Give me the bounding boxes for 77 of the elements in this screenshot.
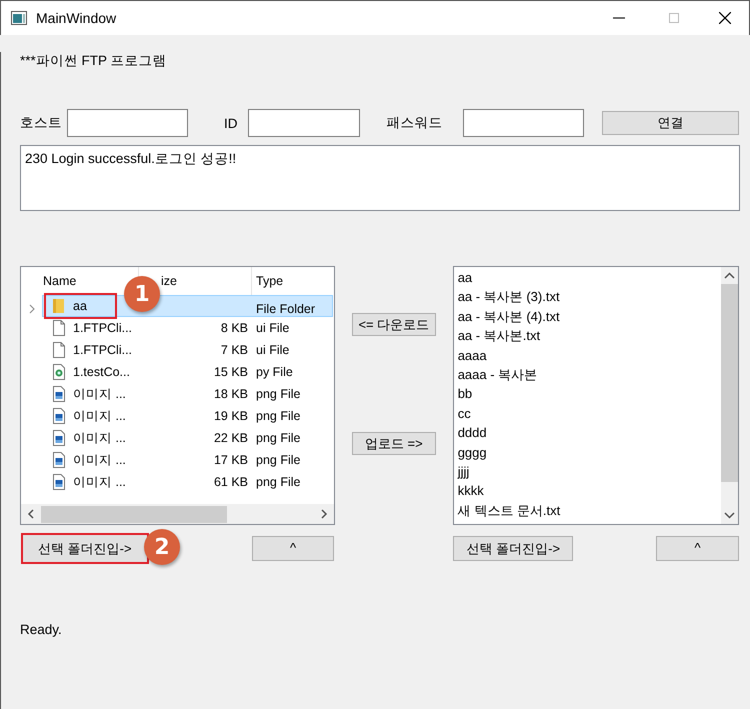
image-file-icon (52, 474, 66, 490)
file-type: png File (255, 431, 302, 445)
up-button[interactable]: ^ (252, 536, 334, 561)
up-button[interactable]: ^ (656, 536, 739, 561)
image-file-icon (52, 452, 66, 468)
horizontal-scrollbar[interactable] (21, 504, 334, 524)
scrollbar-thumb[interactable] (721, 284, 738, 482)
field-label: ID (224, 116, 238, 130)
file-size: 18 KB (212, 387, 249, 401)
column-header[interactable]: Name (43, 274, 76, 288)
file-type: png File (255, 387, 302, 401)
enter-folder-button[interactable]: 선택 폴더진입-> (21, 533, 149, 564)
remote-file-item[interactable]: dddd (458, 423, 721, 443)
file-size: 8 KB (220, 321, 249, 335)
remote-file-item[interactable]: aaaa (458, 346, 721, 365)
folder-icon (52, 298, 66, 314)
file-name[interactable]: 이미지 ... (73, 386, 126, 402)
file-name[interactable]: 이미지 ... (73, 474, 126, 490)
remote-file-item[interactable]: cc (458, 404, 721, 424)
remote-file-item[interactable]: aa - 복사본 (4).txt (458, 306, 721, 326)
file-type: File Folder (255, 302, 316, 316)
file-type: ui File (255, 343, 290, 357)
python-file-icon (52, 364, 66, 380)
remote-file-item[interactable]: aa - 복사본.txt (458, 326, 721, 346)
file-name[interactable]: 1.FTPCli... (73, 343, 132, 357)
log-output: 230 Login successful.로그인 성공!! (20, 145, 740, 211)
text-input[interactable] (462, 109, 584, 137)
file-size: 19 KB (212, 409, 249, 423)
remote-file-item[interactable]: aa - 복사본 (3).txt (458, 287, 721, 307)
file-type: png File (255, 475, 302, 489)
text-input[interactable] (248, 109, 360, 137)
step-badge: 1 (124, 276, 160, 312)
document-icon (52, 320, 66, 336)
file-size: 7 KB (220, 343, 249, 357)
remote-file-item[interactable]: bb (458, 384, 721, 404)
text-input[interactable] (67, 109, 188, 137)
close-icon[interactable] (719, 12, 731, 24)
file-name[interactable]: 1.FTPCli... (73, 321, 132, 335)
file-name[interactable]: 이미지 ... (73, 452, 126, 468)
remote-file-item[interactable]: kkkk (458, 481, 721, 501)
expand-chevron-icon[interactable] (29, 304, 35, 314)
file-name[interactable]: 이미지 ... (73, 408, 126, 424)
file-size: 15 KB (212, 365, 249, 379)
app-heading: ***파이썬 FTP 프로그램 (20, 52, 168, 70)
connect-button[interactable]: 연결 (602, 111, 739, 135)
file-size: 22 KB (212, 431, 249, 445)
image-file-icon (52, 430, 66, 446)
scrollbar-thumb[interactable] (41, 506, 227, 522)
file-type: py File (255, 365, 294, 379)
image-file-icon (52, 408, 66, 424)
column-header[interactable]: Type (256, 274, 284, 288)
remote-file-item[interactable]: jjjj (458, 462, 721, 482)
file-type: png File (255, 409, 302, 423)
enter-folder-button[interactable]: 선택 폴더진입-> (453, 536, 574, 561)
remote-file-item[interactable]: gggg (458, 442, 721, 462)
image-file-icon (52, 386, 66, 402)
file-type: ui File (255, 321, 290, 335)
field-label: 호스트 (20, 114, 62, 132)
file-type: png File (255, 453, 302, 467)
status-text: Ready. (20, 622, 63, 637)
document-icon (52, 342, 66, 358)
file-name[interactable]: aa (73, 299, 87, 313)
vertical-scrollbar[interactable] (721, 267, 738, 524)
file-name[interactable]: 이미지 ... (73, 430, 126, 446)
app-icon (11, 11, 27, 25)
field-label: 패스워드 (386, 114, 442, 132)
file-size: 17 KB (212, 453, 249, 467)
transfer-button[interactable]: <= 다운로드 (352, 313, 436, 336)
file-name[interactable]: 1.testCo... (73, 365, 130, 379)
remote-file-item[interactable]: aa (458, 268, 721, 288)
step-badge: 2 (144, 529, 180, 565)
file-size: 61 KB (212, 475, 249, 489)
transfer-button[interactable]: 업로드 => (352, 432, 436, 455)
window-title: MainWindow (36, 10, 116, 26)
remote-file-item[interactable]: 새 텍스트 문서.txt (458, 500, 721, 520)
remote-file-item[interactable]: aaaa - 복사본 (458, 364, 721, 384)
column-header[interactable]: ize (161, 274, 177, 288)
